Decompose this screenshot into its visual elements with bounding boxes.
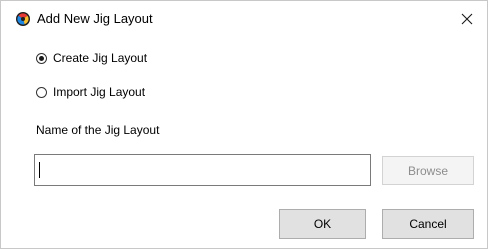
- jig-layout-name-input[interactable]: [34, 154, 371, 186]
- import-jig-layout-label: Import Jig Layout: [53, 85, 146, 99]
- text-caret: [39, 162, 40, 178]
- title-bar: Add New Jig Layout: [1, 1, 487, 35]
- create-jig-layout-radio[interactable]: [36, 52, 47, 64]
- dialog-title: Add New Jig Layout: [37, 11, 153, 26]
- jig-layout-name-label: Name of the Jig Layout: [36, 123, 160, 137]
- create-jig-layout-label: Create Jig Layout: [53, 51, 148, 65]
- close-icon: [461, 13, 473, 25]
- browse-button[interactable]: Browse: [382, 156, 474, 185]
- import-jig-layout-radio[interactable]: [36, 86, 47, 98]
- import-jig-layout-option[interactable]: Import Jig Layout: [36, 84, 145, 100]
- jig-app-icon: [16, 12, 30, 26]
- cancel-button[interactable]: Cancel: [382, 209, 474, 239]
- add-new-jig-layout-dialog: Add New Jig Layout Create Jig Layout Imp…: [0, 0, 488, 249]
- create-jig-layout-option[interactable]: Create Jig Layout: [36, 50, 147, 66]
- close-button[interactable]: [456, 8, 478, 30]
- ok-button[interactable]: OK: [279, 209, 366, 239]
